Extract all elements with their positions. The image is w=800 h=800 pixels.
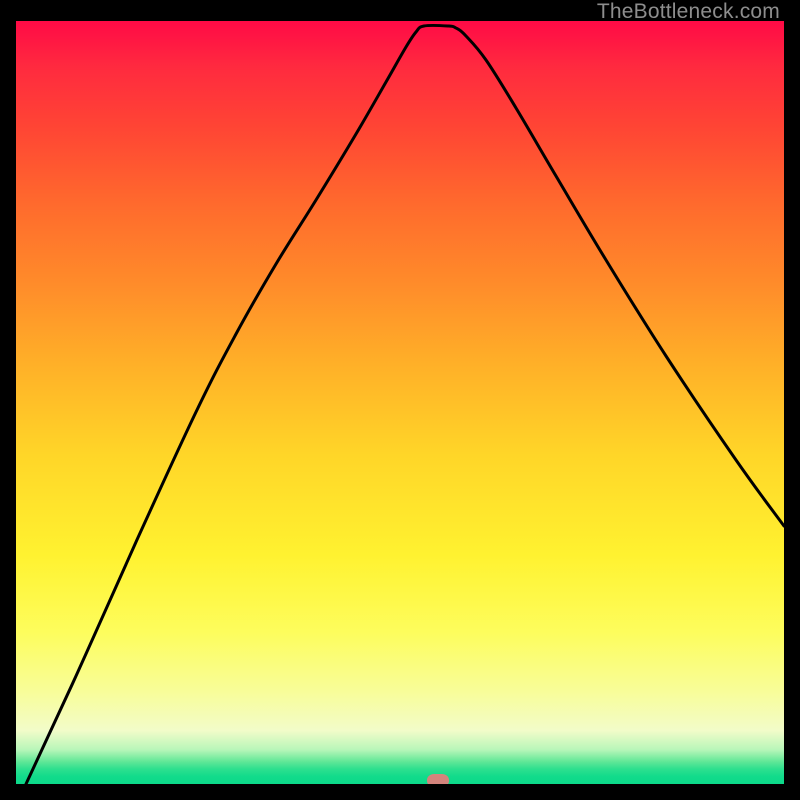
bottleneck-curve xyxy=(16,21,784,784)
chart-frame: TheBottleneck.com xyxy=(0,0,800,800)
plot-area xyxy=(16,21,784,784)
optimal-point-marker xyxy=(427,774,449,784)
watermark-text: TheBottleneck.com xyxy=(597,0,780,24)
